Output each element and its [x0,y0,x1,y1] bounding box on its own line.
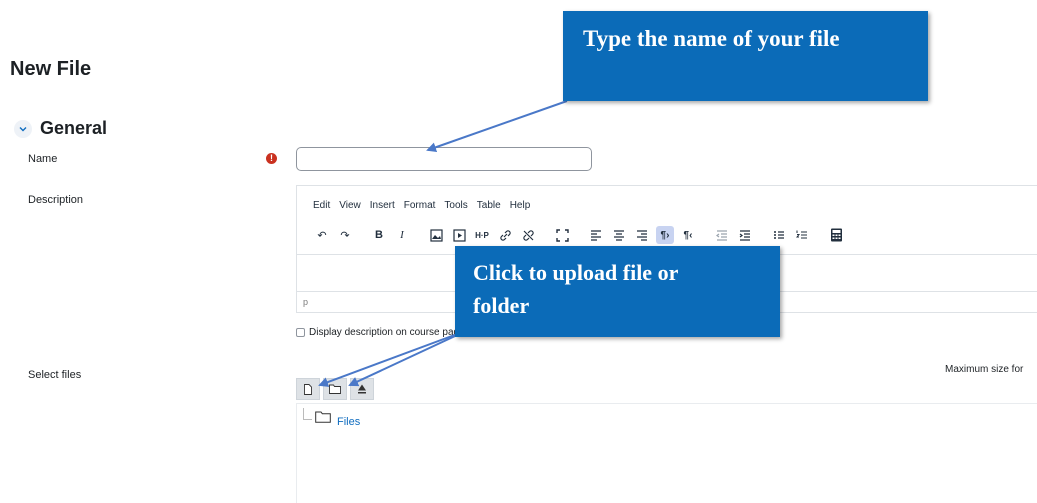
menu-view[interactable]: View [339,200,361,211]
fullscreen-icon[interactable] [553,226,571,244]
editor-menubar: Edit View Insert Format Tools Table Help [313,200,530,211]
rtl-icon[interactable]: ¶‹ [679,226,697,244]
section-title: General [40,118,108,138]
menu-help[interactable]: Help [510,200,531,211]
files-folder-link[interactable]: Files [337,416,360,428]
outdent-icon[interactable] [713,226,731,244]
numbered-list-icon[interactable] [793,226,811,244]
name-label: Name [28,153,58,165]
menu-insert[interactable]: Insert [370,200,395,211]
calculator-icon[interactable] [827,226,845,244]
editor-toolbar: ↶ ↷ B I H·P ¶› ¶‹ [313,226,850,244]
filemanager-area[interactable]: Files [296,403,1037,503]
upload-hint-callout: Click to upload file or folder [455,246,780,337]
ltr-icon[interactable]: ¶› [656,226,674,244]
name-hint-callout: Type the name of your file [563,11,928,101]
unlink-icon[interactable] [519,226,537,244]
filemanager-toolbar [296,378,377,400]
align-center-icon[interactable] [610,226,628,244]
menu-format[interactable]: Format [404,200,436,211]
align-left-icon[interactable] [587,226,605,244]
display-description-label: Display description on course page [309,327,465,338]
folder-icon [315,410,331,428]
download-icon[interactable] [350,378,374,400]
upload-hint-line2: folder [473,293,530,318]
link-icon[interactable] [496,226,514,244]
indent-icon[interactable] [736,226,754,244]
tree-connector [303,408,312,420]
upload-hint-line1: Click to upload file or [473,260,679,285]
section-general-toggle[interactable]: General [14,118,107,139]
bold-icon[interactable]: B [370,226,388,244]
redo-icon[interactable]: ↷ [336,226,354,244]
upload-file-arrow [318,329,469,387]
name-arrow [426,100,568,153]
undo-icon[interactable]: ↶ [313,226,331,244]
menu-table[interactable]: Table [477,200,501,211]
max-size-text: Maximum size for [945,364,1024,375]
align-right-icon[interactable] [633,226,651,244]
description-label: Description [28,194,84,206]
name-input[interactable] [296,147,592,171]
create-folder-icon[interactable] [323,378,347,400]
media-icon[interactable] [450,226,468,244]
files-folder[interactable]: Files [315,410,360,428]
menu-tools[interactable]: Tools [444,200,467,211]
image-icon[interactable] [427,226,445,244]
chevron-down-icon [14,119,32,138]
add-file-icon[interactable] [296,378,320,400]
h5p-icon[interactable]: H·P [473,226,491,244]
menu-edit[interactable]: Edit [313,200,330,211]
required-icon: ! [266,153,277,164]
page-title: New File [10,58,92,80]
bullet-list-icon[interactable] [770,226,788,244]
display-description-row: Display description on course page [296,327,480,338]
upload-folder-arrow [348,329,469,387]
display-description-checkbox[interactable] [296,328,305,337]
select-files-label: Select files [28,369,82,381]
italic-icon[interactable]: I [393,226,411,244]
